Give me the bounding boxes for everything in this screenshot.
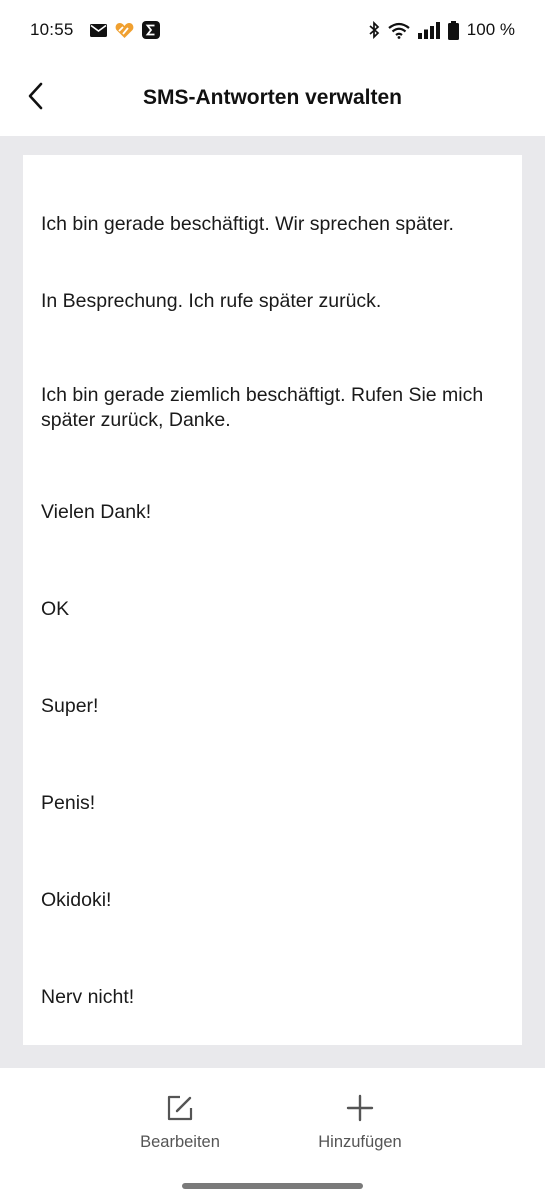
- list-item[interactable]: OK: [23, 597, 522, 622]
- list-item[interactable]: Penis!: [23, 791, 522, 816]
- status-bar: 10:55 100 %: [0, 0, 545, 60]
- battery-icon: [447, 20, 459, 40]
- list-item[interactable]: Nerv nicht!: [23, 985, 522, 1010]
- add-label: Hinzufügen: [318, 1133, 402, 1151]
- app-heart-icon: [115, 22, 134, 39]
- list-item[interactable]: Okidoki!: [23, 888, 522, 913]
- mail-icon: [89, 23, 107, 37]
- edit-button[interactable]: Bearbeiten: [110, 1094, 250, 1154]
- list-item[interactable]: In Besprechung. Ich rufe später zurück.: [23, 289, 522, 314]
- list-item[interactable]: Vielen Dank!: [23, 500, 522, 525]
- battery-percent: 100 %: [466, 20, 515, 39]
- reply-text: Okidoki!: [41, 889, 112, 911]
- bluetooth-icon: [368, 21, 380, 39]
- edit-icon: [166, 1094, 194, 1127]
- reply-text: Ich bin gerade beschäftigt. Wir sprechen…: [41, 213, 454, 235]
- chevron-left-icon: [26, 81, 46, 116]
- home-indicator[interactable]: [182, 1183, 363, 1189]
- signal-icon: [417, 21, 440, 39]
- content-area: Ich bin gerade beschäftigt. Wir sprechen…: [0, 136, 545, 1068]
- add-button[interactable]: Hinzufügen: [290, 1094, 430, 1154]
- header: SMS-Antworten verwalten: [0, 60, 545, 136]
- reply-text: Super!: [41, 695, 99, 717]
- back-button[interactable]: [16, 78, 56, 118]
- sigma-app-icon: [141, 21, 160, 39]
- list-item[interactable]: Ich bin gerade ziemlich beschäftigt. Ruf…: [23, 383, 522, 433]
- reply-list: Ich bin gerade beschäftigt. Wir sprechen…: [23, 155, 522, 1045]
- reply-text: OK: [41, 598, 70, 620]
- status-right: 100 %: [368, 20, 515, 40]
- reply-text: In Besprechung. Ich rufe später zurück.: [41, 290, 382, 312]
- status-left: 10:55: [30, 20, 160, 40]
- reply-text: Nerv nicht!: [41, 986, 135, 1008]
- plus-icon: [346, 1094, 374, 1127]
- reply-text: Penis!: [41, 792, 96, 814]
- list-item[interactable]: Super!: [23, 694, 522, 719]
- reply-text: Vielen Dank!: [41, 501, 152, 523]
- page-title: SMS-Antworten verwalten: [142, 86, 403, 109]
- bottom-action-bar: Bearbeiten Hinzufügen: [0, 1068, 545, 1200]
- list-item[interactable]: Ich bin gerade beschäftigt. Wir sprechen…: [23, 212, 522, 237]
- edit-label: Bearbeiten: [140, 1133, 220, 1151]
- wifi-icon: [388, 22, 410, 39]
- status-time: 10:55: [30, 20, 74, 39]
- reply-text: Ich bin gerade ziemlich beschäftigt. Ruf…: [41, 384, 484, 431]
